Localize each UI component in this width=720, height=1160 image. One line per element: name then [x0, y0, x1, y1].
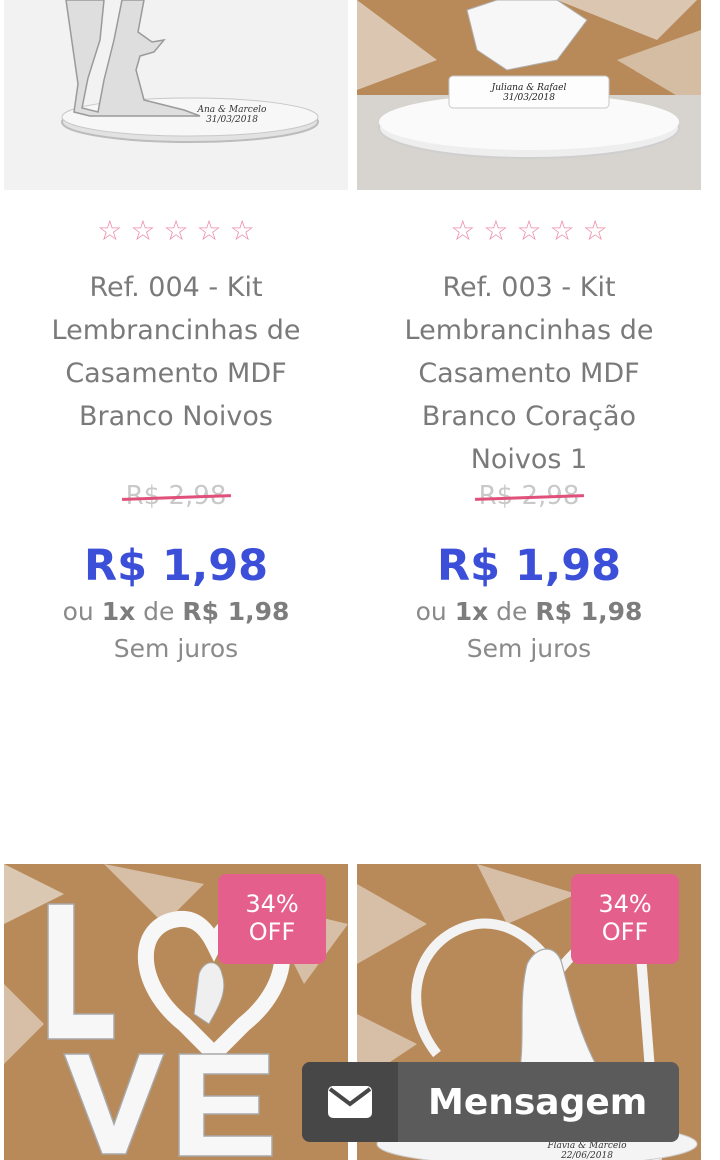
old-price: R$ 2,98 [478, 481, 580, 511]
message-button[interactable]: Mensagem [302, 1062, 679, 1142]
product-image[interactable]: Ana & Marcelo 31/03/2018 [4, 0, 348, 190]
star-icon: ☆ [229, 214, 255, 247]
message-button-label: Mensagem [428, 1081, 648, 1123]
discount-badge: 34% OFF [218, 874, 326, 964]
no-interest-label: Sem juros [466, 634, 592, 663]
no-interest-label: Sem juros [113, 634, 239, 663]
star-icon: ☆ [582, 214, 608, 247]
discount-percent: 34% [598, 890, 652, 918]
envelope-icon [302, 1062, 398, 1142]
product-card[interactable]: Juliana & Rafael 31/03/2018 ☆ ☆ ☆ ☆ ☆ Ref… [357, 0, 701, 669]
plaque-line-1: Ana & Marcelo 31/03/2018 [197, 105, 268, 125]
discount-percent: 34% [245, 890, 299, 918]
installments: ou 1x de R$ 1,98 [415, 597, 643, 626]
star-icon: ☆ [516, 214, 542, 247]
star-icon: ☆ [130, 214, 156, 247]
current-price: R$ 1,98 [436, 541, 622, 591]
product-title[interactable]: Ref. 004 - Kit Lembrancinhas de Casament… [4, 266, 348, 481]
star-icon: ☆ [549, 214, 575, 247]
star-icon: ☆ [196, 214, 222, 247]
installments: ou 1x de R$ 1,98 [62, 597, 290, 626]
product-image[interactable]: Juliana & Rafael 31/03/2018 [357, 0, 701, 190]
star-icon: ☆ [163, 214, 189, 247]
product-image[interactable]: 34% OFF [4, 864, 348, 1160]
discount-badge: 34% OFF [571, 874, 679, 964]
rating-stars: ☆ ☆ ☆ ☆ ☆ [4, 216, 348, 246]
product-card[interactable]: 34% OFF [4, 864, 348, 1160]
product-title[interactable]: Ref. 003 - Kit Lembrancinhas de Casament… [357, 266, 701, 481]
star-icon: ☆ [450, 214, 476, 247]
rating-stars: ☆ ☆ ☆ ☆ ☆ [357, 216, 701, 246]
couple-heart-image: Juliana & Rafael 31/03/2018 [357, 0, 701, 190]
couple-silhouette-image: Ana & Marcelo 31/03/2018 [4, 0, 348, 190]
discount-off-label: OFF [601, 918, 649, 946]
star-icon: ☆ [483, 214, 509, 247]
current-price: R$ 1,98 [83, 541, 269, 591]
product-card[interactable]: Ana & Marcelo 31/03/2018 ☆ ☆ ☆ ☆ ☆ Ref. 0… [4, 0, 348, 669]
old-price: R$ 2,98 [125, 481, 227, 511]
star-icon: ☆ [97, 214, 123, 247]
discount-off-label: OFF [248, 918, 296, 946]
